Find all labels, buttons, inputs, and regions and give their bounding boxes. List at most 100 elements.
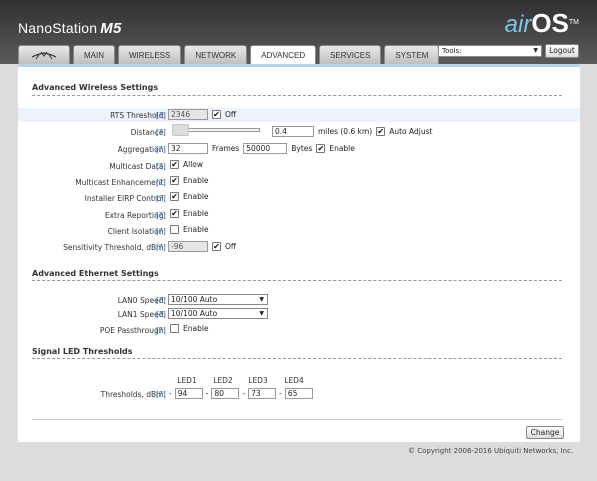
extra-reporting-row: Extra Reporting: [?] Enable: [18, 208, 580, 222]
extra-reporting-checkbox[interactable]: [170, 209, 179, 218]
lan1-speed-value: 10/100 Auto: [171, 309, 218, 318]
sensitivity-threshold-off-checkbox[interactable]: [212, 242, 221, 251]
distance-input[interactable]: 0.4: [272, 126, 314, 137]
sensitivity-threshold-off-label: Off: [225, 242, 237, 251]
led4-header: LED4: [284, 376, 304, 385]
sensitivity-threshold-help-link[interactable]: [?]: [156, 243, 166, 252]
change-button[interactable]: Change: [526, 426, 564, 439]
airos-logo-air: air: [504, 11, 532, 38]
sensitivity-threshold-label: Sensitivity Threshold, dBm:: [63, 243, 166, 252]
led1-threshold-input[interactable]: 94: [174, 388, 203, 399]
lan0-speed-help-link[interactable]: [?]: [156, 296, 166, 305]
section-title-wireless: Advanced Wireless Settings: [32, 83, 159, 92]
auto-adjust-label: Auto Adjust: [389, 127, 433, 136]
client-isolation-row: Client Isolation: [?] Enable: [18, 224, 580, 238]
section-divider: [32, 280, 562, 281]
distance-unit-label: miles (0.6 km): [318, 127, 373, 136]
tab-wireless[interactable]: WIRELESS: [118, 45, 182, 64]
installer-eirp-row: Installer EIRP Control: [?] Enable: [18, 191, 580, 205]
multicast-data-help-link[interactable]: [?]: [156, 162, 166, 171]
led2-header: LED2: [213, 376, 233, 385]
tab-services[interactable]: SERVICES: [319, 45, 382, 64]
main-tabs: MAIN WIRELESS NETWORK ADVANCED SERVICES …: [18, 45, 440, 64]
installer-eirp-option-label: Enable: [183, 192, 209, 201]
chevron-down-icon: ▼: [259, 296, 264, 303]
lan1-speed-row: LAN1 Speed: [?] 10/100 Auto ▼: [18, 307, 580, 321]
extra-reporting-option-label: Enable: [183, 209, 209, 218]
client-isolation-checkbox[interactable]: [170, 225, 179, 234]
aggregation-enable-checkbox[interactable]: [316, 144, 326, 153]
poe-passthrough-row: POE Passthrough: [?] Enable: [18, 323, 580, 337]
tools-dropdown[interactable]: Tools: ▼: [438, 45, 542, 57]
tab-main[interactable]: MAIN: [73, 45, 115, 64]
aggregation-frames-input[interactable]: 32: [168, 143, 208, 154]
tab-system[interactable]: SYSTEM: [384, 45, 440, 64]
aggregation-frames-label: Frames: [212, 144, 240, 153]
multicast-data-checkbox[interactable]: [170, 160, 179, 169]
lan0-speed-select[interactable]: 10/100 Auto ▼: [168, 294, 268, 305]
device-name: NanoStation: [18, 20, 98, 36]
airos-logo-tm: TM: [568, 19, 579, 26]
chevron-down-icon: ▼: [533, 47, 538, 54]
rts-threshold-off-checkbox[interactable]: [212, 110, 221, 119]
distance-help-link[interactable]: [?]: [156, 128, 166, 137]
led-thresholds-row: Thresholds, dBm: [?] - 94 - 80 - 73 - 65: [18, 387, 580, 401]
aggregation-enable-label: Enable: [329, 144, 355, 153]
led-threshold-separator: -: [205, 389, 209, 398]
device-brand: NanoStation M5: [18, 20, 122, 37]
client-isolation-help-link[interactable]: [?]: [156, 227, 166, 236]
poe-passthrough-checkbox[interactable]: [170, 324, 179, 333]
sensitivity-threshold-input[interactable]: -96: [168, 241, 208, 252]
led2-threshold-input[interactable]: 80: [211, 388, 240, 399]
auto-adjust-checkbox[interactable]: [376, 127, 386, 136]
distance-slider-handle[interactable]: [172, 124, 189, 136]
tab-ubiquiti[interactable]: [18, 45, 70, 64]
multicast-enhancement-checkbox[interactable]: [170, 176, 179, 185]
lan0-speed-row: LAN0 Speed: [?] 10/100 Auto ▼: [18, 293, 580, 307]
led4-threshold-input[interactable]: 65: [284, 388, 313, 399]
led3-threshold-input[interactable]: 73: [248, 388, 277, 399]
aggregation-bytes-label: Bytes: [291, 144, 313, 153]
led-thresholds-help-link[interactable]: [?]: [156, 390, 166, 399]
rts-threshold-row: RTS Threshold: [?] 2346 Off: [18, 108, 580, 122]
distance-row: Distance: [?] 0.4 miles (0.6 km) Auto Ad…: [18, 124, 580, 139]
client-isolation-option-label: Enable: [183, 225, 209, 234]
rts-threshold-input[interactable]: 2346: [168, 109, 208, 120]
logout-button[interactable]: Logout: [545, 44, 579, 58]
sensitivity-threshold-row: Sensitivity Threshold, dBm: [?] -96 Off: [18, 240, 580, 254]
led-threshold-separator: -: [242, 389, 246, 398]
led-threshold-separator: -: [279, 389, 282, 398]
section-divider: [32, 95, 562, 96]
rts-threshold-help-link[interactable]: [?]: [156, 111, 166, 120]
copyright-text: © Copyright 2006-2016 Ubiquiti Networks,…: [408, 447, 574, 455]
installer-eirp-help-link[interactable]: [?]: [156, 194, 166, 203]
poe-passthrough-help-link[interactable]: [?]: [156, 326, 166, 335]
tab-network[interactable]: NETWORK: [184, 45, 248, 64]
lan1-speed-help-link[interactable]: [?]: [156, 310, 166, 319]
poe-passthrough-option-label: Enable: [183, 324, 209, 333]
device-model: M5: [100, 20, 122, 37]
multicast-enhancement-help-link[interactable]: [?]: [156, 178, 166, 187]
top-header: NanoStation M5 airOSTM MAIN WIRELESS NETW…: [0, 0, 597, 64]
chevron-down-icon: ▼: [259, 310, 264, 317]
lan1-speed-select[interactable]: 10/100 Auto ▼: [168, 308, 268, 319]
settings-panel: Advanced Wireless Settings RTS Threshold…: [18, 64, 580, 442]
multicast-enhancement-row: Multicast Enhancement: [?] Enable: [18, 175, 580, 189]
aggregation-bytes-input[interactable]: 50000: [243, 143, 288, 154]
tools-dropdown-value: Tools:: [442, 47, 462, 55]
installer-eirp-label: Installer EIRP Control:: [84, 194, 166, 203]
rts-threshold-off-label: Off: [225, 110, 237, 119]
airos-logo-os: OS: [531, 8, 569, 38]
multicast-data-option-label: Allow: [183, 160, 204, 169]
extra-reporting-help-link[interactable]: [?]: [156, 211, 166, 220]
section-divider: [32, 358, 562, 359]
distance-slider[interactable]: [172, 124, 260, 136]
section-title-ethernet: Advanced Ethernet Settings: [32, 269, 159, 278]
led3-header: LED3: [248, 376, 268, 385]
tab-advanced[interactable]: ADVANCED: [250, 45, 317, 64]
section-title-led: Signal LED Thresholds: [32, 347, 133, 356]
led1-header: LED1: [177, 376, 197, 385]
installer-eirp-checkbox[interactable]: [170, 192, 179, 201]
aggregation-help-link[interactable]: [?]: [156, 145, 166, 154]
led-threshold-prefix: -: [169, 389, 172, 398]
